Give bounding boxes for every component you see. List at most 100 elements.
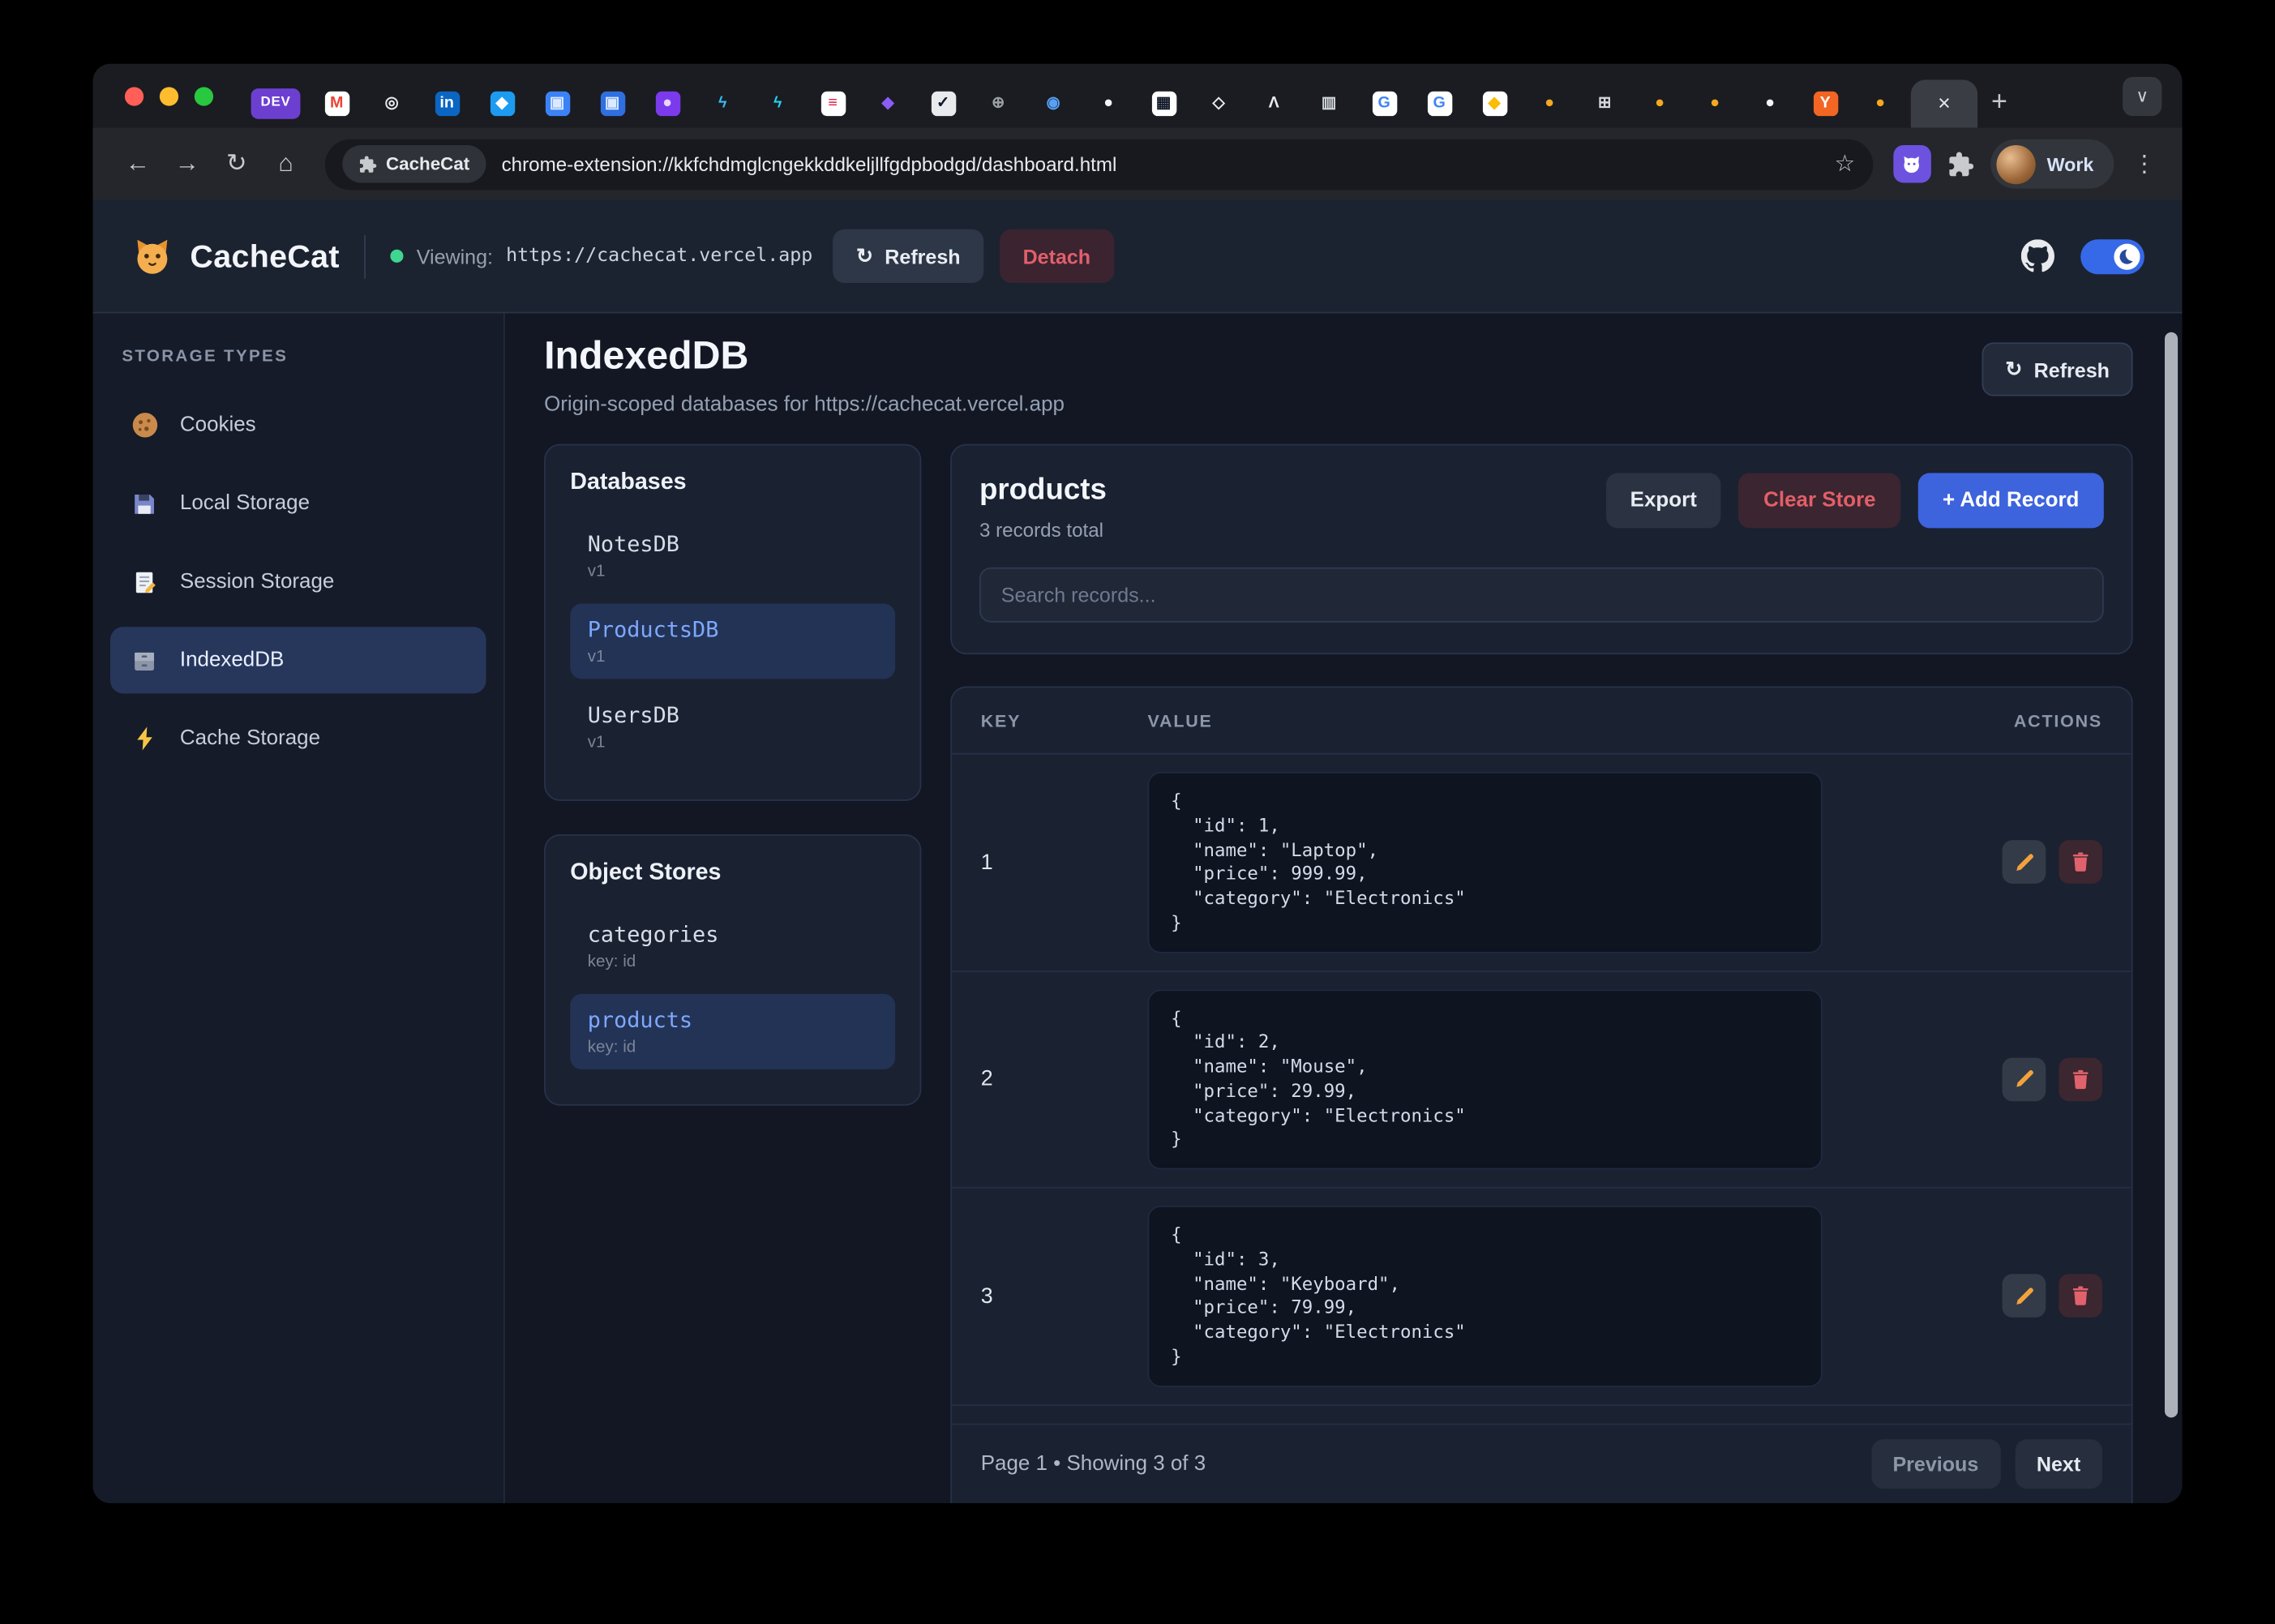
delete-record-button[interactable] bbox=[2059, 1057, 2102, 1101]
browser-tab[interactable]: ⊕ bbox=[970, 79, 1026, 128]
lightning-icon bbox=[129, 723, 160, 754]
close-tab-icon[interactable]: × bbox=[1938, 92, 1951, 116]
sidebar-item-cache-storage[interactable]: Cache Storage bbox=[110, 705, 486, 772]
edit-record-button[interactable] bbox=[2003, 1057, 2046, 1101]
database-version: v1 bbox=[588, 735, 878, 752]
card-box-icon bbox=[129, 645, 160, 675]
sidebar-item-label: Cookies bbox=[180, 413, 256, 437]
delete-record-button[interactable] bbox=[2059, 1275, 2102, 1318]
tab-favicon: ▦ bbox=[1151, 91, 1176, 115]
tab-favicon: ϟ bbox=[765, 91, 790, 115]
browser-tab[interactable]: G bbox=[1356, 79, 1412, 128]
object-store-item[interactable]: products key: id bbox=[570, 994, 895, 1069]
browser-tab[interactable]: ● bbox=[1632, 79, 1687, 128]
browser-tab[interactable]: ◆ bbox=[474, 79, 529, 128]
zoom-window-button[interactable] bbox=[195, 86, 213, 105]
database-item[interactable]: NotesDB v1 bbox=[570, 518, 895, 593]
sidebar-item-cookies[interactable]: Cookies bbox=[110, 392, 486, 458]
browser-tab[interactable]: ⊞ bbox=[1577, 79, 1632, 128]
address-bar[interactable]: CacheCat chrome-extension://kkfchdmglcng… bbox=[325, 139, 1873, 190]
browser-tab[interactable]: M bbox=[309, 79, 364, 128]
browser-tab[interactable]: ◎ bbox=[364, 79, 419, 128]
record-actions bbox=[2003, 841, 2102, 885]
back-button[interactable]: ← bbox=[114, 139, 163, 189]
close-window-button[interactable] bbox=[125, 86, 144, 105]
record-key: 2 bbox=[981, 1067, 1148, 1091]
detach-button[interactable]: Detach bbox=[1000, 229, 1114, 283]
browser-tab[interactable]: ▥ bbox=[1301, 79, 1356, 128]
github-icon[interactable] bbox=[2021, 239, 2054, 272]
browser-tab[interactable]: DEV bbox=[242, 79, 309, 128]
browser-window: DEV M ◎ in ◆ ▣ ▣ ● bbox=[93, 64, 2183, 1503]
browser-tab[interactable]: Λ bbox=[1246, 79, 1301, 128]
browser-tab[interactable]: ● bbox=[1081, 79, 1136, 128]
reload-button[interactable]: ↻ bbox=[212, 139, 261, 189]
delete-record-button[interactable] bbox=[2059, 841, 2102, 885]
edit-record-button[interactable] bbox=[2003, 1275, 2046, 1318]
home-button[interactable]: ⌂ bbox=[261, 139, 311, 189]
tab-favicon: ● bbox=[1537, 91, 1562, 115]
object-store-key: key: id bbox=[588, 1039, 878, 1056]
browser-tab[interactable]: ϟ bbox=[750, 79, 805, 128]
browser-tab[interactable]: ◆ bbox=[1467, 79, 1522, 128]
browser-tab[interactable]: in bbox=[419, 79, 474, 128]
previous-page-button[interactable]: Previous bbox=[1871, 1439, 2001, 1489]
tab-favicon: Y bbox=[1813, 91, 1837, 115]
extensions-puzzle-icon[interactable] bbox=[1947, 150, 1974, 178]
forward-button[interactable]: → bbox=[162, 139, 212, 189]
browser-tab[interactable]: ✓ bbox=[915, 79, 970, 128]
browser-tab[interactable]: ≡ bbox=[805, 79, 860, 128]
main-refresh-button[interactable]: ↻ Refresh bbox=[1982, 342, 2133, 396]
active-tab[interactable]: × bbox=[1911, 79, 1977, 127]
column-header-actions: ACTIONS bbox=[1998, 710, 2102, 731]
header-refresh-button[interactable]: ↻ Refresh bbox=[833, 229, 983, 283]
object-store-item[interactable]: categories key: id bbox=[570, 908, 895, 983]
tab-favicon: in bbox=[435, 91, 459, 115]
browser-tab[interactable]: ◉ bbox=[1026, 79, 1081, 128]
browser-tab[interactable]: ◆ bbox=[860, 79, 915, 128]
new-tab-button[interactable]: + bbox=[1977, 79, 2021, 128]
minimize-window-button[interactable] bbox=[160, 86, 178, 105]
browser-tab[interactable]: ● bbox=[1853, 79, 1908, 128]
record-json: { "id": 3, "name": "Keyboard", "price": … bbox=[1148, 1206, 1823, 1386]
database-item[interactable]: UsersDB v1 bbox=[570, 689, 895, 765]
profile-button[interactable]: Work bbox=[1990, 139, 2114, 189]
pinned-extension-icon[interactable] bbox=[1893, 145, 1931, 183]
browser-tab[interactable]: G bbox=[1412, 79, 1467, 128]
browser-tab[interactable]: ▣ bbox=[585, 79, 640, 128]
browser-tab[interactable]: ● bbox=[1522, 79, 1577, 128]
sidebar-item-local-storage[interactable]: Local Storage bbox=[110, 470, 486, 537]
sidebar-item-label: Session Storage bbox=[180, 570, 334, 593]
browser-tab[interactable]: ● bbox=[1742, 79, 1797, 128]
column-header-key: KEY bbox=[981, 710, 1148, 731]
sidebar-item-indexeddb[interactable]: IndexedDB bbox=[110, 627, 486, 693]
browser-tab[interactable]: ◇ bbox=[1191, 79, 1246, 128]
extension-chip-icon bbox=[358, 155, 377, 174]
clear-store-button[interactable]: Clear Store bbox=[1739, 473, 1900, 528]
add-record-button[interactable]: + Add Record bbox=[1918, 473, 2104, 528]
bookmark-star-icon[interactable]: ☆ bbox=[1835, 149, 1856, 178]
browser-tab[interactable]: Y bbox=[1797, 79, 1853, 128]
tab-search-chevron-button[interactable]: ∨ bbox=[2123, 76, 2161, 115]
browser-tab[interactable]: ● bbox=[1687, 79, 1742, 128]
browser-tab[interactable]: ▣ bbox=[529, 79, 585, 128]
tab-favicon: ϟ bbox=[710, 91, 735, 115]
database-item[interactable]: ProductsDB v1 bbox=[570, 603, 895, 679]
browser-menu-button[interactable]: ⋮ bbox=[2130, 149, 2159, 178]
edit-record-button[interactable] bbox=[2003, 841, 2046, 885]
record-key: 3 bbox=[981, 1283, 1148, 1308]
browser-tab[interactable]: ▦ bbox=[1136, 79, 1191, 128]
right-column: products 3 records total Export Clear St… bbox=[950, 444, 2132, 1503]
browser-tab[interactable]: ϟ bbox=[695, 79, 750, 128]
extension-site-chip[interactable]: CacheCat bbox=[342, 145, 486, 183]
search-records-input[interactable] bbox=[979, 568, 2104, 623]
browser-tab[interactable]: ● bbox=[640, 79, 695, 128]
viewing-url: https://cachecat.vercel.app bbox=[506, 245, 812, 267]
tab-favicon: ◆ bbox=[490, 91, 514, 115]
dark-mode-toggle[interactable] bbox=[2080, 238, 2144, 273]
export-button[interactable]: Export bbox=[1605, 473, 1721, 528]
next-page-button[interactable]: Next bbox=[2015, 1439, 2102, 1489]
sidebar-item-session-storage[interactable]: Session Storage bbox=[110, 548, 486, 615]
page-scrollbar-thumb[interactable] bbox=[2165, 332, 2178, 1418]
url-text: chrome-extension://kkfchdmglcngekkddkelj… bbox=[502, 153, 1823, 175]
